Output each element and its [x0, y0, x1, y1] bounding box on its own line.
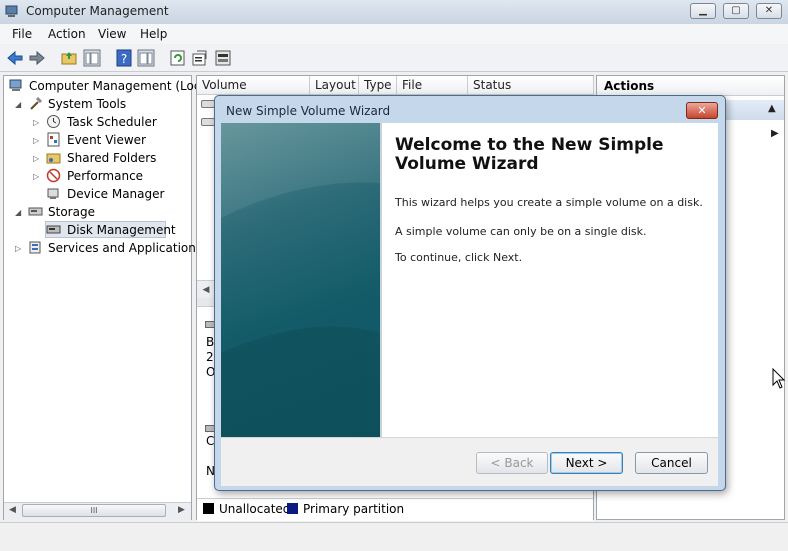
- menu-file[interactable]: File: [12, 27, 32, 41]
- properties-icon[interactable]: [191, 49, 209, 67]
- volume-icon: [201, 118, 215, 126]
- up-folder-icon[interactable]: [60, 49, 78, 67]
- show-hide-action-pane-icon[interactable]: [137, 49, 155, 67]
- tree-item-system-tools[interactable]: System Tools: [48, 97, 126, 111]
- tree-item-storage[interactable]: Storage: [48, 205, 95, 219]
- expand-arrow-icon[interactable]: ▷: [33, 136, 39, 145]
- performance-icon: [46, 168, 61, 183]
- tree-item-device-manager[interactable]: Device Manager: [67, 187, 164, 201]
- dialog-close-button[interactable]: ✕: [686, 102, 718, 119]
- computer-icon: [9, 79, 22, 91]
- cancel-button[interactable]: Cancel: [635, 452, 708, 474]
- mouse-cursor-icon: [772, 368, 786, 389]
- collapse-arrow-icon[interactable]: ◢: [15, 208, 21, 217]
- list-scroll-left-icon[interactable]: ◀: [197, 280, 215, 299]
- close-window-button[interactable]: ✕: [756, 3, 782, 19]
- column-header-file-system[interactable]: File System: [397, 76, 468, 110]
- maximize-button[interactable]: ▢: [723, 3, 749, 19]
- minimize-icon: ▁: [699, 5, 707, 16]
- next-button[interactable]: Next >: [550, 452, 623, 474]
- dialog-title: New Simple Volume Wizard: [226, 104, 391, 118]
- wizard-paragraph-2: A simple volume can only be on a single …: [395, 225, 647, 238]
- close-icon: ✕: [764, 5, 774, 16]
- forward-arrow-icon[interactable]: [28, 49, 46, 67]
- help-icon[interactable]: ?: [115, 49, 133, 67]
- clock-icon: [47, 115, 60, 128]
- shared-folder-icon: [46, 153, 61, 164]
- show-hide-tree-icon[interactable]: [83, 49, 101, 67]
- computer-management-icon: [5, 5, 18, 17]
- maximize-icon: ▢: [731, 5, 741, 16]
- refresh-icon[interactable]: [169, 49, 187, 67]
- disk-size-text: 2: [206, 350, 214, 364]
- wizard-paragraph-3: To continue, click Next.: [395, 251, 523, 264]
- scroll-right-arrow-icon[interactable]: ▶: [178, 505, 185, 515]
- legend-primary-partition: Primary partition: [303, 502, 405, 516]
- svg-text:?: ?: [121, 52, 127, 66]
- title-bar: Computer Management: [0, 0, 788, 25]
- more-actions-arrow-icon[interactable]: ▶: [771, 128, 779, 139]
- status-bar: [0, 522, 788, 551]
- primary-partition-swatch: [287, 503, 298, 514]
- disk-settings-icon[interactable]: [214, 49, 232, 67]
- actions-header: Actions: [597, 76, 784, 96]
- disk-label-text: B: [206, 335, 215, 349]
- collapse-arrow-icon[interactable]: ◢: [15, 100, 21, 109]
- tree-item-shared-folders[interactable]: Shared Folders: [67, 151, 156, 165]
- tree-item-performance[interactable]: Performance: [67, 169, 143, 183]
- collapse-up-icon[interactable]: ▲: [768, 103, 776, 114]
- wizard-paragraph-1: This wizard helps you create a simple vo…: [395, 196, 703, 209]
- minimize-button[interactable]: ▁: [690, 3, 716, 19]
- menu-help[interactable]: Help: [140, 27, 167, 41]
- unallocated-swatch: [203, 503, 214, 514]
- back-button[interactable]: < Back: [476, 452, 548, 474]
- storage-icon: [28, 207, 43, 216]
- expand-arrow-icon[interactable]: ▷: [33, 154, 39, 163]
- expand-arrow-icon[interactable]: ▷: [15, 244, 21, 253]
- wizard-heading: Welcome to the New Simple Volume Wizard: [395, 135, 664, 174]
- column-header-type[interactable]: Type: [359, 76, 397, 95]
- window-title: Computer Management: [26, 4, 169, 18]
- close-icon: ✕: [697, 104, 707, 117]
- volume-icon: [201, 100, 215, 108]
- menu-view[interactable]: View: [98, 27, 126, 41]
- wizard-side-banner: [221, 123, 380, 437]
- column-header-volume[interactable]: Volume: [197, 76, 310, 95]
- legend-unallocated: Unallocated: [219, 502, 291, 516]
- event-viewer-icon: [47, 132, 60, 147]
- scroll-thumb[interactable]: III: [22, 504, 166, 517]
- column-header-layout[interactable]: Layout: [310, 76, 359, 95]
- column-header-status[interactable]: Status: [468, 76, 594, 95]
- menu-action[interactable]: Action: [48, 27, 86, 41]
- tree-item-computer-management[interactable]: Computer Management (Local: [29, 79, 211, 93]
- tree-item-services-applications[interactable]: Services and Applications: [48, 241, 202, 255]
- banner-graphic: [221, 123, 380, 437]
- device-manager-icon: [47, 188, 59, 199]
- scroll-left-arrow-icon[interactable]: ◀: [9, 505, 16, 515]
- expand-arrow-icon[interactable]: ▷: [33, 172, 39, 181]
- tree-item-task-scheduler[interactable]: Task Scheduler: [67, 115, 157, 129]
- dialog-separator: [380, 123, 382, 437]
- tree-item-event-viewer[interactable]: Event Viewer: [67, 133, 146, 147]
- expand-arrow-icon[interactable]: ▷: [33, 118, 39, 127]
- services-icon: [29, 241, 41, 254]
- disk-management-icon: [46, 225, 61, 234]
- tree-item-disk-management[interactable]: Disk Management: [67, 223, 176, 237]
- tools-icon: [30, 96, 43, 110]
- back-arrow-icon[interactable]: [6, 49, 24, 67]
